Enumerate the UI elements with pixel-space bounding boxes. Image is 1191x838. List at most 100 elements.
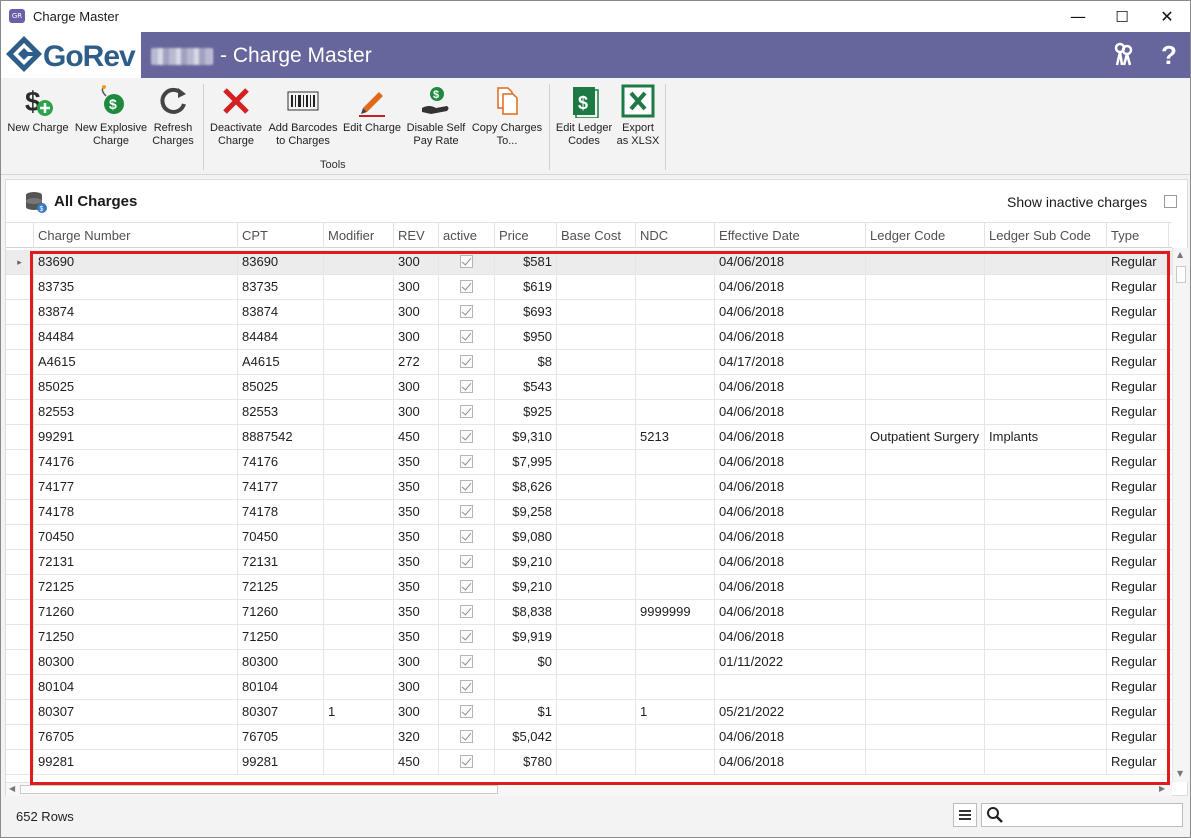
row-indicator[interactable] — [6, 400, 34, 424]
active-checkbox[interactable] — [460, 605, 473, 618]
table-row[interactable]: 80307 80307 1 300 $1 1 05/21/2022 Regular — [6, 700, 1172, 725]
column-header-ledger-code[interactable]: Ledger Code — [866, 223, 985, 248]
close-button[interactable]: ✕ — [1144, 1, 1190, 32]
deactivate-charge-button[interactable]: Deactivate Charge — [207, 84, 265, 154]
help-icon[interactable]: ? — [1155, 41, 1183, 69]
column-header-modifier[interactable]: Modifier — [324, 223, 394, 248]
vertical-scrollbar[interactable]: ▲ ▼ — [1172, 248, 1188, 782]
table-row[interactable]: 70450 70450 350 $9,080 04/06/2018 Regular — [6, 525, 1172, 550]
edit-ledger-codes-button[interactable]: $ Edit Ledger Codes — [554, 84, 614, 154]
row-indicator[interactable] — [6, 500, 34, 524]
refresh-charges-button[interactable]: Refresh Charges — [149, 84, 197, 154]
row-indicator[interactable] — [6, 450, 34, 474]
new-charge-button[interactable]: $ New Charge — [5, 84, 71, 154]
active-checkbox[interactable] — [460, 405, 473, 418]
horizontal-scrollbar[interactable]: ◀ ▶ — [6, 782, 1172, 796]
new-explosive-charge-button[interactable]: $ New Explosive Charge — [73, 84, 149, 154]
table-row[interactable]: 83735 83735 300 $619 04/06/2018 Regular — [6, 275, 1172, 300]
row-indicator[interactable] — [6, 575, 34, 599]
active-checkbox[interactable] — [460, 480, 473, 493]
row-indicator[interactable] — [6, 650, 34, 674]
active-checkbox[interactable] — [460, 555, 473, 568]
table-row[interactable]: 99281 99281 450 $780 04/06/2018 Regular — [6, 750, 1172, 775]
export-xlsx-button[interactable]: Export as XLSX — [613, 84, 663, 154]
grid-menu-button[interactable] — [953, 803, 977, 827]
scroll-up-icon[interactable]: ▲ — [1177, 250, 1183, 259]
search-input[interactable] — [981, 803, 1183, 827]
active-checkbox[interactable] — [460, 655, 473, 668]
column-header-ledger-sub-code[interactable]: Ledger Sub Code — [985, 223, 1107, 248]
table-row[interactable]: 74178 74178 350 $9,258 04/06/2018 Regular — [6, 500, 1172, 525]
active-checkbox[interactable] — [460, 505, 473, 518]
column-header-effective-date[interactable]: Effective Date — [715, 223, 866, 248]
maximize-button[interactable]: ☐ — [1099, 1, 1145, 32]
active-checkbox[interactable] — [460, 305, 473, 318]
table-row[interactable]: 71260 71260 350 $8,838 9999999 04/06/2018 Regu… — [6, 600, 1172, 625]
row-indicator[interactable] — [6, 475, 34, 499]
edit-charge-button[interactable]: Edit Charge — [341, 84, 403, 154]
row-indicator[interactable] — [6, 725, 34, 749]
table-row[interactable]: 71250 71250 350 $9,919 04/06/2018 Regular — [6, 625, 1172, 650]
row-indicator[interactable] — [6, 350, 34, 374]
table-row[interactable]: 83874 83874 300 $693 04/06/2018 Regular — [6, 300, 1172, 325]
minimize-button[interactable]: — — [1055, 1, 1101, 32]
copy-charges-button[interactable]: Copy Charges To... — [469, 84, 545, 154]
row-indicator[interactable] — [6, 325, 34, 349]
table-row[interactable]: 84484 84484 300 $950 04/06/2018 Regular — [6, 325, 1172, 350]
scroll-right-icon[interactable]: ▶ — [1159, 784, 1165, 793]
vertical-scroll-thumb[interactable] — [1176, 266, 1186, 283]
active-checkbox[interactable] — [460, 455, 473, 468]
active-checkbox[interactable] — [460, 755, 473, 768]
active-checkbox[interactable] — [460, 355, 473, 368]
column-header-base-cost[interactable]: Base Cost — [557, 223, 636, 248]
row-indicator[interactable] — [6, 525, 34, 549]
active-checkbox[interactable] — [460, 630, 473, 643]
table-row[interactable]: 82553 82553 300 $925 04/06/2018 Regular — [6, 400, 1172, 425]
show-inactive-checkbox[interactable] — [1164, 195, 1177, 208]
row-indicator[interactable] — [6, 300, 34, 324]
disable-self-pay-button[interactable]: $ Disable Self Pay Rate — [405, 84, 467, 154]
table-row[interactable]: 99291 8887542 450 $9,310 5213 04/06/2018 Outpa… — [6, 425, 1172, 450]
row-indicator[interactable] — [6, 425, 34, 449]
row-indicator[interactable] — [6, 600, 34, 624]
row-indicator[interactable] — [6, 675, 34, 699]
table-row[interactable]: 72131 72131 350 $9,210 04/06/2018 Regular — [6, 550, 1172, 575]
scroll-down-icon[interactable]: ▼ — [1177, 769, 1183, 778]
column-header-no[interactable]: No — [1169, 223, 1172, 248]
table-row[interactable]: 85025 85025 300 $543 04/06/2018 Regular — [6, 375, 1172, 400]
column-header-ndc[interactable]: NDC — [636, 223, 715, 248]
column-header-cpt[interactable]: CPT — [238, 223, 324, 248]
table-row[interactable]: 74177 74177 350 $8,626 04/06/2018 Regular — [6, 475, 1172, 500]
row-indicator[interactable] — [6, 625, 34, 649]
column-header-active[interactable]: active — [439, 223, 495, 248]
active-checkbox[interactable] — [460, 430, 473, 443]
add-barcodes-button[interactable]: Add Barcodes to Charges — [267, 84, 339, 154]
column-header-charge-number[interactable]: Charge Number — [34, 223, 238, 248]
column-header-rev[interactable]: REV — [394, 223, 439, 248]
row-indicator[interactable] — [6, 550, 34, 574]
table-row[interactable]: 72125 72125 350 $9,210 04/06/2018 Regular — [6, 575, 1172, 600]
active-checkbox[interactable] — [460, 380, 473, 393]
horizontal-scroll-thumb[interactable] — [20, 785, 498, 794]
row-indicator[interactable] — [6, 700, 34, 724]
active-checkbox[interactable] — [460, 580, 473, 593]
row-indicator[interactable]: ▸ — [6, 250, 34, 274]
table-row[interactable]: 80104 80104 300 Regular — [6, 675, 1172, 700]
row-indicator[interactable] — [6, 375, 34, 399]
keys-icon[interactable] — [1109, 41, 1137, 69]
column-header-price[interactable]: Price — [495, 223, 557, 248]
table-row[interactable]: ▸ 83690 83690 300 $581 04/06/2018 Regular — [6, 250, 1172, 275]
table-row[interactable]: 74176 74176 350 $7,995 04/06/2018 Regular — [6, 450, 1172, 475]
active-checkbox[interactable] — [460, 705, 473, 718]
table-row[interactable]: A4615 A4615 272 $8 04/17/2018 Regular — [6, 350, 1172, 375]
row-indicator[interactable] — [6, 750, 34, 774]
active-checkbox[interactable] — [460, 730, 473, 743]
active-checkbox[interactable] — [460, 255, 473, 268]
table-row[interactable]: 76705 76705 320 $5,042 04/06/2018 Regular — [6, 725, 1172, 750]
column-header-type[interactable]: Type — [1107, 223, 1169, 248]
active-checkbox[interactable] — [460, 530, 473, 543]
row-indicator[interactable] — [6, 275, 34, 299]
scroll-left-icon[interactable]: ◀ — [9, 784, 15, 793]
table-row[interactable]: 80300 80300 300 $0 01/11/2022 Regular — [6, 650, 1172, 675]
active-checkbox[interactable] — [460, 330, 473, 343]
